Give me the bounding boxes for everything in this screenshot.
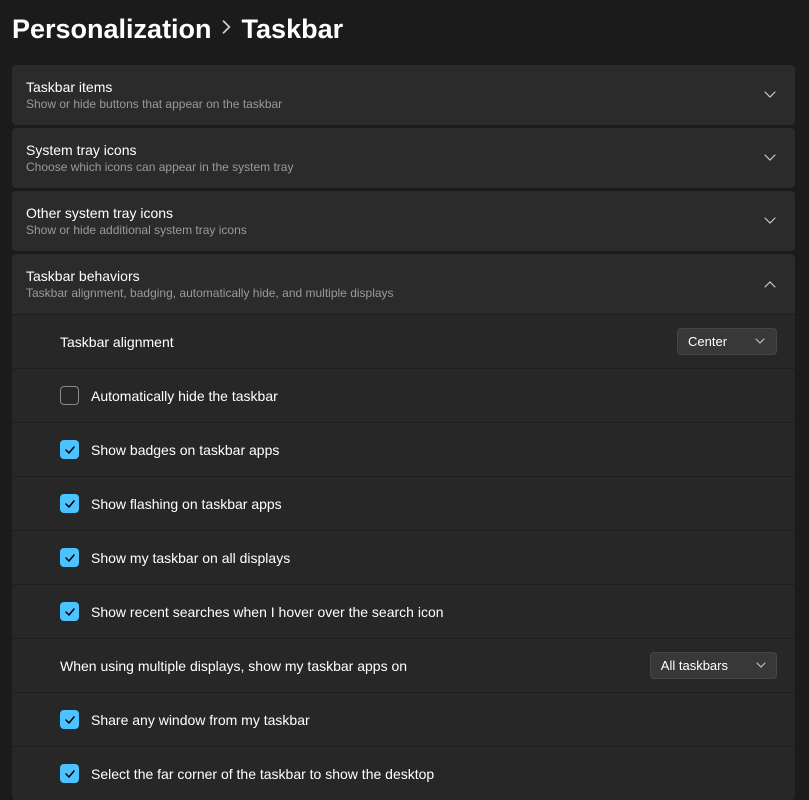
- checkbox-label: Show flashing on taskbar apps: [91, 496, 282, 512]
- dropdown-value: Center: [688, 334, 727, 349]
- checkbox-label: Show recent searches when I hover over t…: [91, 604, 444, 620]
- setting-show-flashing[interactable]: Show flashing on taskbar apps: [12, 476, 795, 530]
- panel-title: Taskbar items: [26, 79, 763, 95]
- panel-taskbar-items[interactable]: Taskbar items Show or hide buttons that …: [12, 65, 795, 125]
- panel-subtitle: Taskbar alignment, badging, automaticall…: [26, 286, 763, 300]
- panel-subtitle: Choose which icons can appear in the sys…: [26, 160, 763, 174]
- checkbox-label: Automatically hide the taskbar: [91, 388, 278, 404]
- setting-auto-hide[interactable]: Automatically hide the taskbar: [12, 368, 795, 422]
- breadcrumb-parent[interactable]: Personalization: [12, 14, 212, 45]
- panel-system-tray[interactable]: System tray icons Choose which icons can…: [12, 128, 795, 188]
- setting-recent-searches[interactable]: Show recent searches when I hover over t…: [12, 584, 795, 638]
- chevron-right-icon: [222, 20, 232, 39]
- checkmark-icon: [64, 714, 76, 726]
- checkbox-label: Show my taskbar on all displays: [91, 550, 290, 566]
- checkbox-recent-searches[interactable]: [60, 602, 79, 621]
- checkbox-show-badges[interactable]: [60, 440, 79, 459]
- panel-title: System tray icons: [26, 142, 763, 158]
- checkbox-label: Share any window from my taskbar: [91, 712, 310, 728]
- setting-alignment: Taskbar alignment Center: [12, 314, 795, 368]
- chevron-down-icon: [755, 336, 765, 347]
- panel-taskbar-behaviors: Taskbar behaviors Taskbar alignment, bad…: [12, 254, 795, 800]
- panel-subtitle: Show or hide buttons that appear on the …: [26, 97, 763, 111]
- chevron-down-icon: [756, 660, 766, 671]
- checkbox-share-window[interactable]: [60, 710, 79, 729]
- checkbox-show-flashing[interactable]: [60, 494, 79, 513]
- dropdown-value: All taskbars: [661, 658, 728, 673]
- checkbox-all-displays[interactable]: [60, 548, 79, 567]
- dropdown-multiple-displays[interactable]: All taskbars: [650, 652, 777, 679]
- checkmark-icon: [64, 768, 76, 780]
- panel-title: Taskbar behaviors: [26, 268, 763, 284]
- dropdown-alignment[interactable]: Center: [677, 328, 777, 355]
- checkmark-icon: [64, 552, 76, 564]
- setting-show-badges[interactable]: Show badges on taskbar apps: [12, 422, 795, 476]
- checkbox-label: Show badges on taskbar apps: [91, 442, 279, 458]
- chevron-down-icon: [763, 88, 777, 102]
- chevron-up-icon: [763, 277, 777, 291]
- setting-label: When using multiple displays, show my ta…: [60, 658, 638, 674]
- setting-multiple-displays: When using multiple displays, show my ta…: [12, 638, 795, 692]
- breadcrumb: Personalization Taskbar: [12, 14, 795, 45]
- checkbox-label: Select the far corner of the taskbar to …: [91, 766, 434, 782]
- panel-title: Other system tray icons: [26, 205, 763, 221]
- panel-other-system-tray[interactable]: Other system tray icons Show or hide add…: [12, 191, 795, 251]
- setting-share-window[interactable]: Share any window from my taskbar: [12, 692, 795, 746]
- chevron-down-icon: [763, 214, 777, 228]
- setting-show-all-displays[interactable]: Show my taskbar on all displays: [12, 530, 795, 584]
- setting-far-corner[interactable]: Select the far corner of the taskbar to …: [12, 746, 795, 800]
- panel-subtitle: Show or hide additional system tray icon…: [26, 223, 763, 237]
- checkbox-auto-hide[interactable]: [60, 386, 79, 405]
- setting-label: Taskbar alignment: [60, 334, 665, 350]
- checkmark-icon: [64, 498, 76, 510]
- panel-header-behaviors[interactable]: Taskbar behaviors Taskbar alignment, bad…: [12, 254, 795, 314]
- checkmark-icon: [64, 606, 76, 618]
- breadcrumb-current: Taskbar: [242, 14, 344, 45]
- checkbox-far-corner[interactable]: [60, 764, 79, 783]
- chevron-down-icon: [763, 151, 777, 165]
- checkmark-icon: [64, 444, 76, 456]
